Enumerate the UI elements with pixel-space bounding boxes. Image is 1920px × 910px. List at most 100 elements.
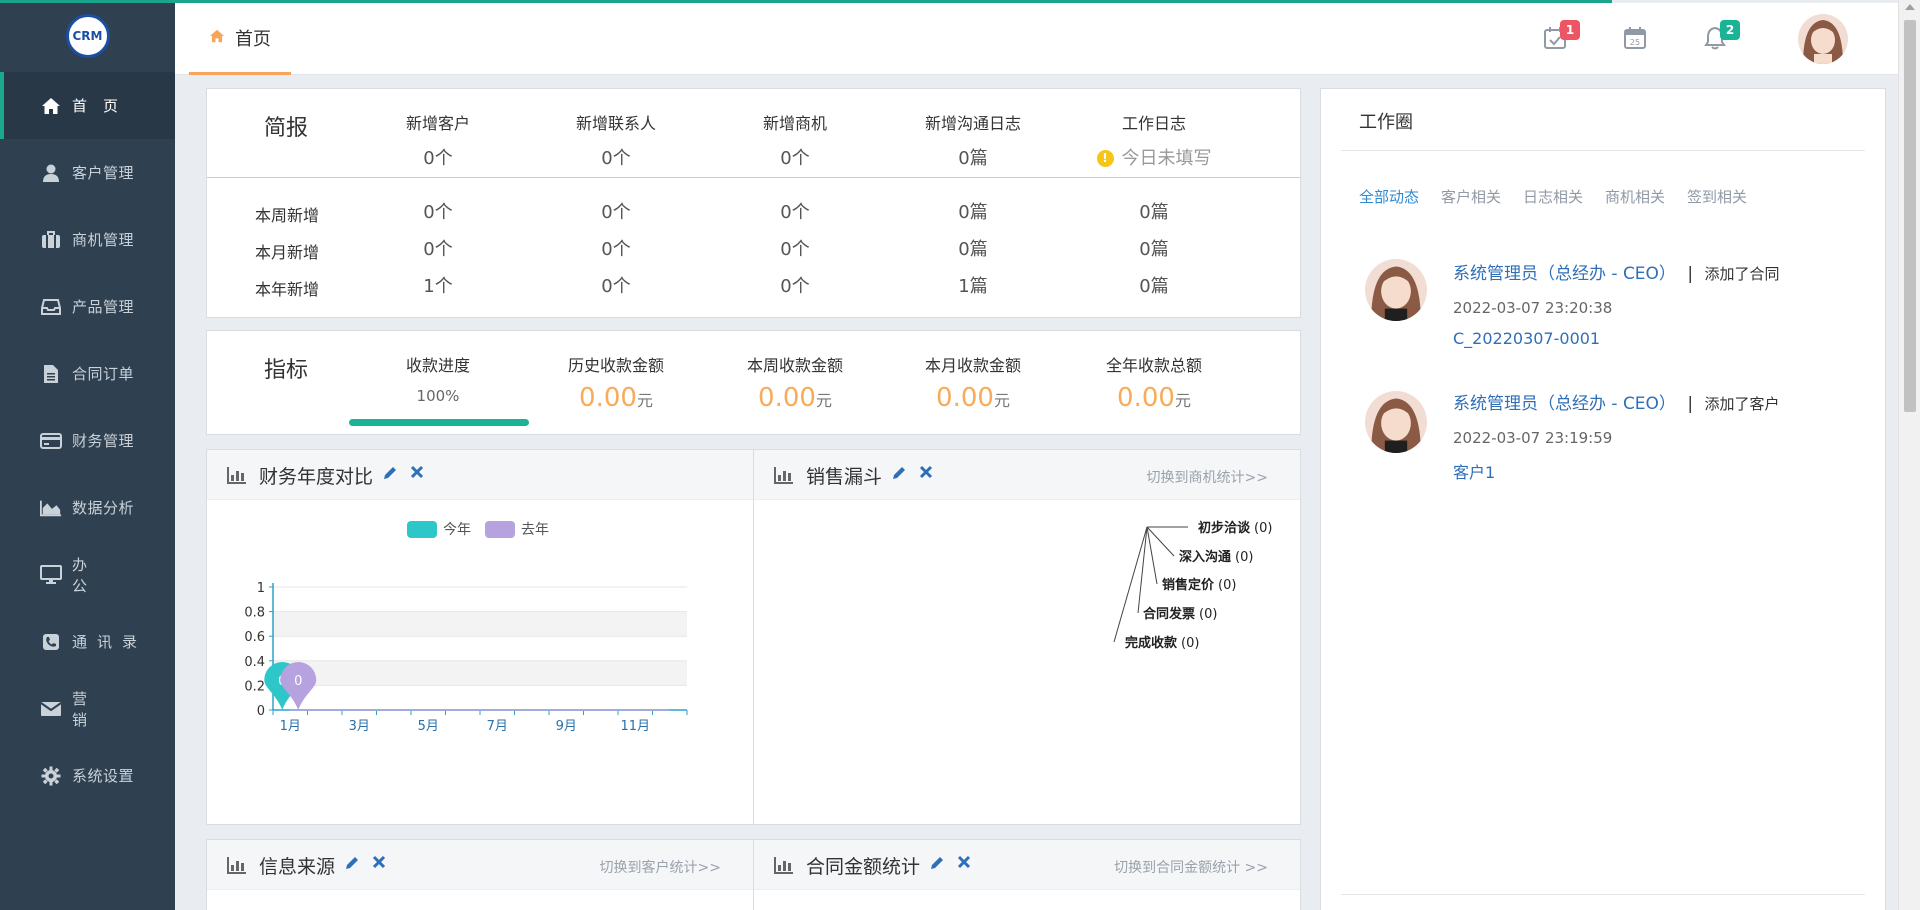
year-new-contacts: 0个: [601, 276, 631, 297]
x-tick-label: 11月: [620, 719, 650, 734]
briefcase-icon: [40, 229, 62, 251]
document-icon: [40, 363, 62, 385]
progress-text: 100%: [416, 387, 460, 405]
month-work-logs: 0篇: [1139, 239, 1169, 260]
feed-user-name[interactable]: 系统管理员（总经办 - CEO）: [1453, 264, 1676, 284]
sidebar-item-analytics[interactable]: 数据分析: [0, 474, 175, 541]
grid-band: [273, 611, 687, 637]
edit-icon[interactable]: [929, 855, 947, 873]
contract-amount-header: 合同金额统计 切换到合同金额统计 >>: [754, 840, 1300, 890]
user-icon: [40, 162, 62, 184]
edit-icon[interactable]: [344, 855, 362, 873]
crm-logo[interactable]: CRM: [65, 14, 110, 58]
progress-label: 收款进度: [405, 356, 470, 375]
close-icon[interactable]: [957, 854, 975, 872]
sidebar-item-settings[interactable]: 系统设置: [0, 742, 175, 809]
tab-customer-related[interactable]: 客户相关: [1441, 186, 1501, 207]
tab-home[interactable]: 首页: [189, 3, 291, 75]
work-circle-bottom-divider: [1341, 894, 1865, 895]
feed-contract-link[interactable]: C_20220307-0001: [1453, 329, 1600, 348]
tasks-badge: 1: [1560, 20, 1580, 40]
sidebar-item-label: 办 公: [72, 555, 147, 595]
year-new-comm-logs: 1篇: [958, 276, 988, 297]
x-tick-label: 3月: [349, 719, 370, 734]
sidebar-item-products[interactable]: 产品管理: [0, 273, 175, 340]
area-chart-icon: [40, 497, 62, 519]
x-tick-label: 9月: [556, 719, 577, 734]
y-tick-label: 0: [257, 704, 265, 719]
col-head-new-contacts: 新增联系人: [575, 114, 656, 133]
inbox-icon: [40, 296, 62, 318]
feed-user-name[interactable]: 系统管理员（总经办 - CEO）: [1453, 394, 1676, 414]
logo-area: CRM: [0, 0, 175, 72]
feed-customer-link[interactable]: 客户1: [1453, 459, 1495, 483]
row-label-year: 本年新增: [254, 280, 319, 299]
sidebar-item-finance[interactable]: 财务管理: [0, 407, 175, 474]
tab-opportunity-related[interactable]: 商机相关: [1605, 186, 1665, 207]
page-scrollbar[interactable]: [1898, 0, 1920, 910]
sidebar-item-office[interactable]: 办 公: [0, 541, 175, 608]
today-new-opportunities: 0个: [780, 148, 810, 169]
bar-chart-icon: [227, 856, 247, 874]
metric-label-year: 全年收款总额: [1105, 356, 1202, 375]
sidebar-item-label: 系统设置: [72, 767, 135, 785]
tab-log-related[interactable]: 日志相关: [1523, 186, 1583, 207]
sidebar-item-contracts[interactable]: 合同订单: [0, 340, 175, 407]
feed-time: 2022-03-07 23:19:59: [1453, 429, 1613, 447]
sidebar-item-label: 数据分析: [72, 499, 135, 517]
week-work-logs: 0篇: [1139, 202, 1169, 223]
phone-icon: [40, 631, 62, 653]
work-circle-divider: [1341, 150, 1865, 151]
switch-to-contract-amount-link[interactable]: 切换到合同金额统计 >>: [1114, 857, 1268, 877]
tab-all-activity[interactable]: 全部动态: [1359, 186, 1419, 207]
info-source-panel: 信息来源 切换到客户统计>>: [206, 839, 754, 910]
sidebar-item-customers[interactable]: 客户管理: [0, 139, 175, 206]
switch-to-customer-stats-link[interactable]: 切换到客户统计>>: [600, 857, 721, 877]
finance-compare-panel: 财务年度对比 今年 去年 0 0.2 0.4 0.6 0.8 1 1月 3月 5月 7月 9月 11月…: [206, 449, 754, 825]
top-header: 首页 1 25 2: [175, 3, 1898, 75]
x-tick-label: 1月: [280, 719, 301, 734]
calendar-button[interactable]: 25: [1620, 25, 1650, 55]
funnel-stage-4: 合同发票 (0): [1143, 606, 1217, 622]
warning-icon: !: [1096, 149, 1114, 167]
y-tick-label: 0.2: [244, 679, 265, 694]
feed-avatar[interactable]: [1365, 391, 1427, 453]
sidebar-item-contacts[interactable]: 通讯录: [0, 608, 175, 675]
user-avatar[interactable]: [1798, 14, 1848, 64]
calendar-icon: 25: [1623, 26, 1647, 54]
sidebar-item-opportunities[interactable]: 商机管理: [0, 206, 175, 273]
today-new-customers: 0个: [423, 148, 453, 169]
scroll-up-arrow[interactable]: [1905, 4, 1915, 10]
sidebar-item-marketing[interactable]: 营 销: [0, 675, 175, 742]
close-icon[interactable]: [372, 854, 390, 872]
sidebar-item-home[interactable]: 首 页: [0, 72, 175, 139]
brief-panel: 简报 新增客户 新增联系人 新增商机 新增沟通日志 工作日志 0个 0个 0个 …: [206, 88, 1301, 318]
finance-compare-chart: 00.20.40.60.811月3月5月7月9月11月00: [244, 581, 688, 734]
funnel-stage-1: 初步洽谈 (0): [1198, 520, 1272, 536]
week-new-opportunities: 0个: [780, 202, 810, 223]
home-icon: [40, 95, 62, 117]
y-tick-label: 0.6: [244, 630, 265, 645]
y-tick-label: 0.8: [244, 606, 265, 621]
metric-value-week: 0.00元: [758, 383, 832, 413]
x-tick-label: 7月: [487, 719, 508, 734]
month-new-contacts: 0个: [601, 239, 631, 260]
metrics-panel: 指标 收款进度 100% 历史收款金额 0.00元 本周收款金额 0.00元 本…: [206, 330, 1301, 435]
tab-checkin-related[interactable]: 签到相关: [1687, 186, 1747, 207]
feed-avatar[interactable]: [1365, 259, 1427, 321]
tasks-button[interactable]: 1: [1540, 20, 1580, 55]
brief-title: 简报: [264, 116, 309, 141]
svg-text:25: 25: [1630, 38, 1640, 47]
bar-chart-icon: [774, 856, 794, 874]
work-circle-title: 工作圈: [1359, 112, 1413, 133]
notifications-button[interactable]: 2: [1700, 20, 1740, 55]
sidebar-item-label: 通讯录: [72, 633, 148, 651]
credit-card-icon: [40, 430, 62, 452]
info-source-header: 信息来源 切换到客户统计>>: [207, 840, 753, 890]
metric-label-month: 本月收款金额: [924, 356, 1021, 375]
scroll-thumb[interactable]: [1904, 20, 1916, 412]
feed-action: 添加了客户: [1704, 395, 1780, 413]
row-label-month: 本月新增: [254, 243, 319, 262]
sidebar-item-label: 商机管理: [72, 231, 135, 249]
info-source-title: 信息来源: [259, 856, 336, 878]
